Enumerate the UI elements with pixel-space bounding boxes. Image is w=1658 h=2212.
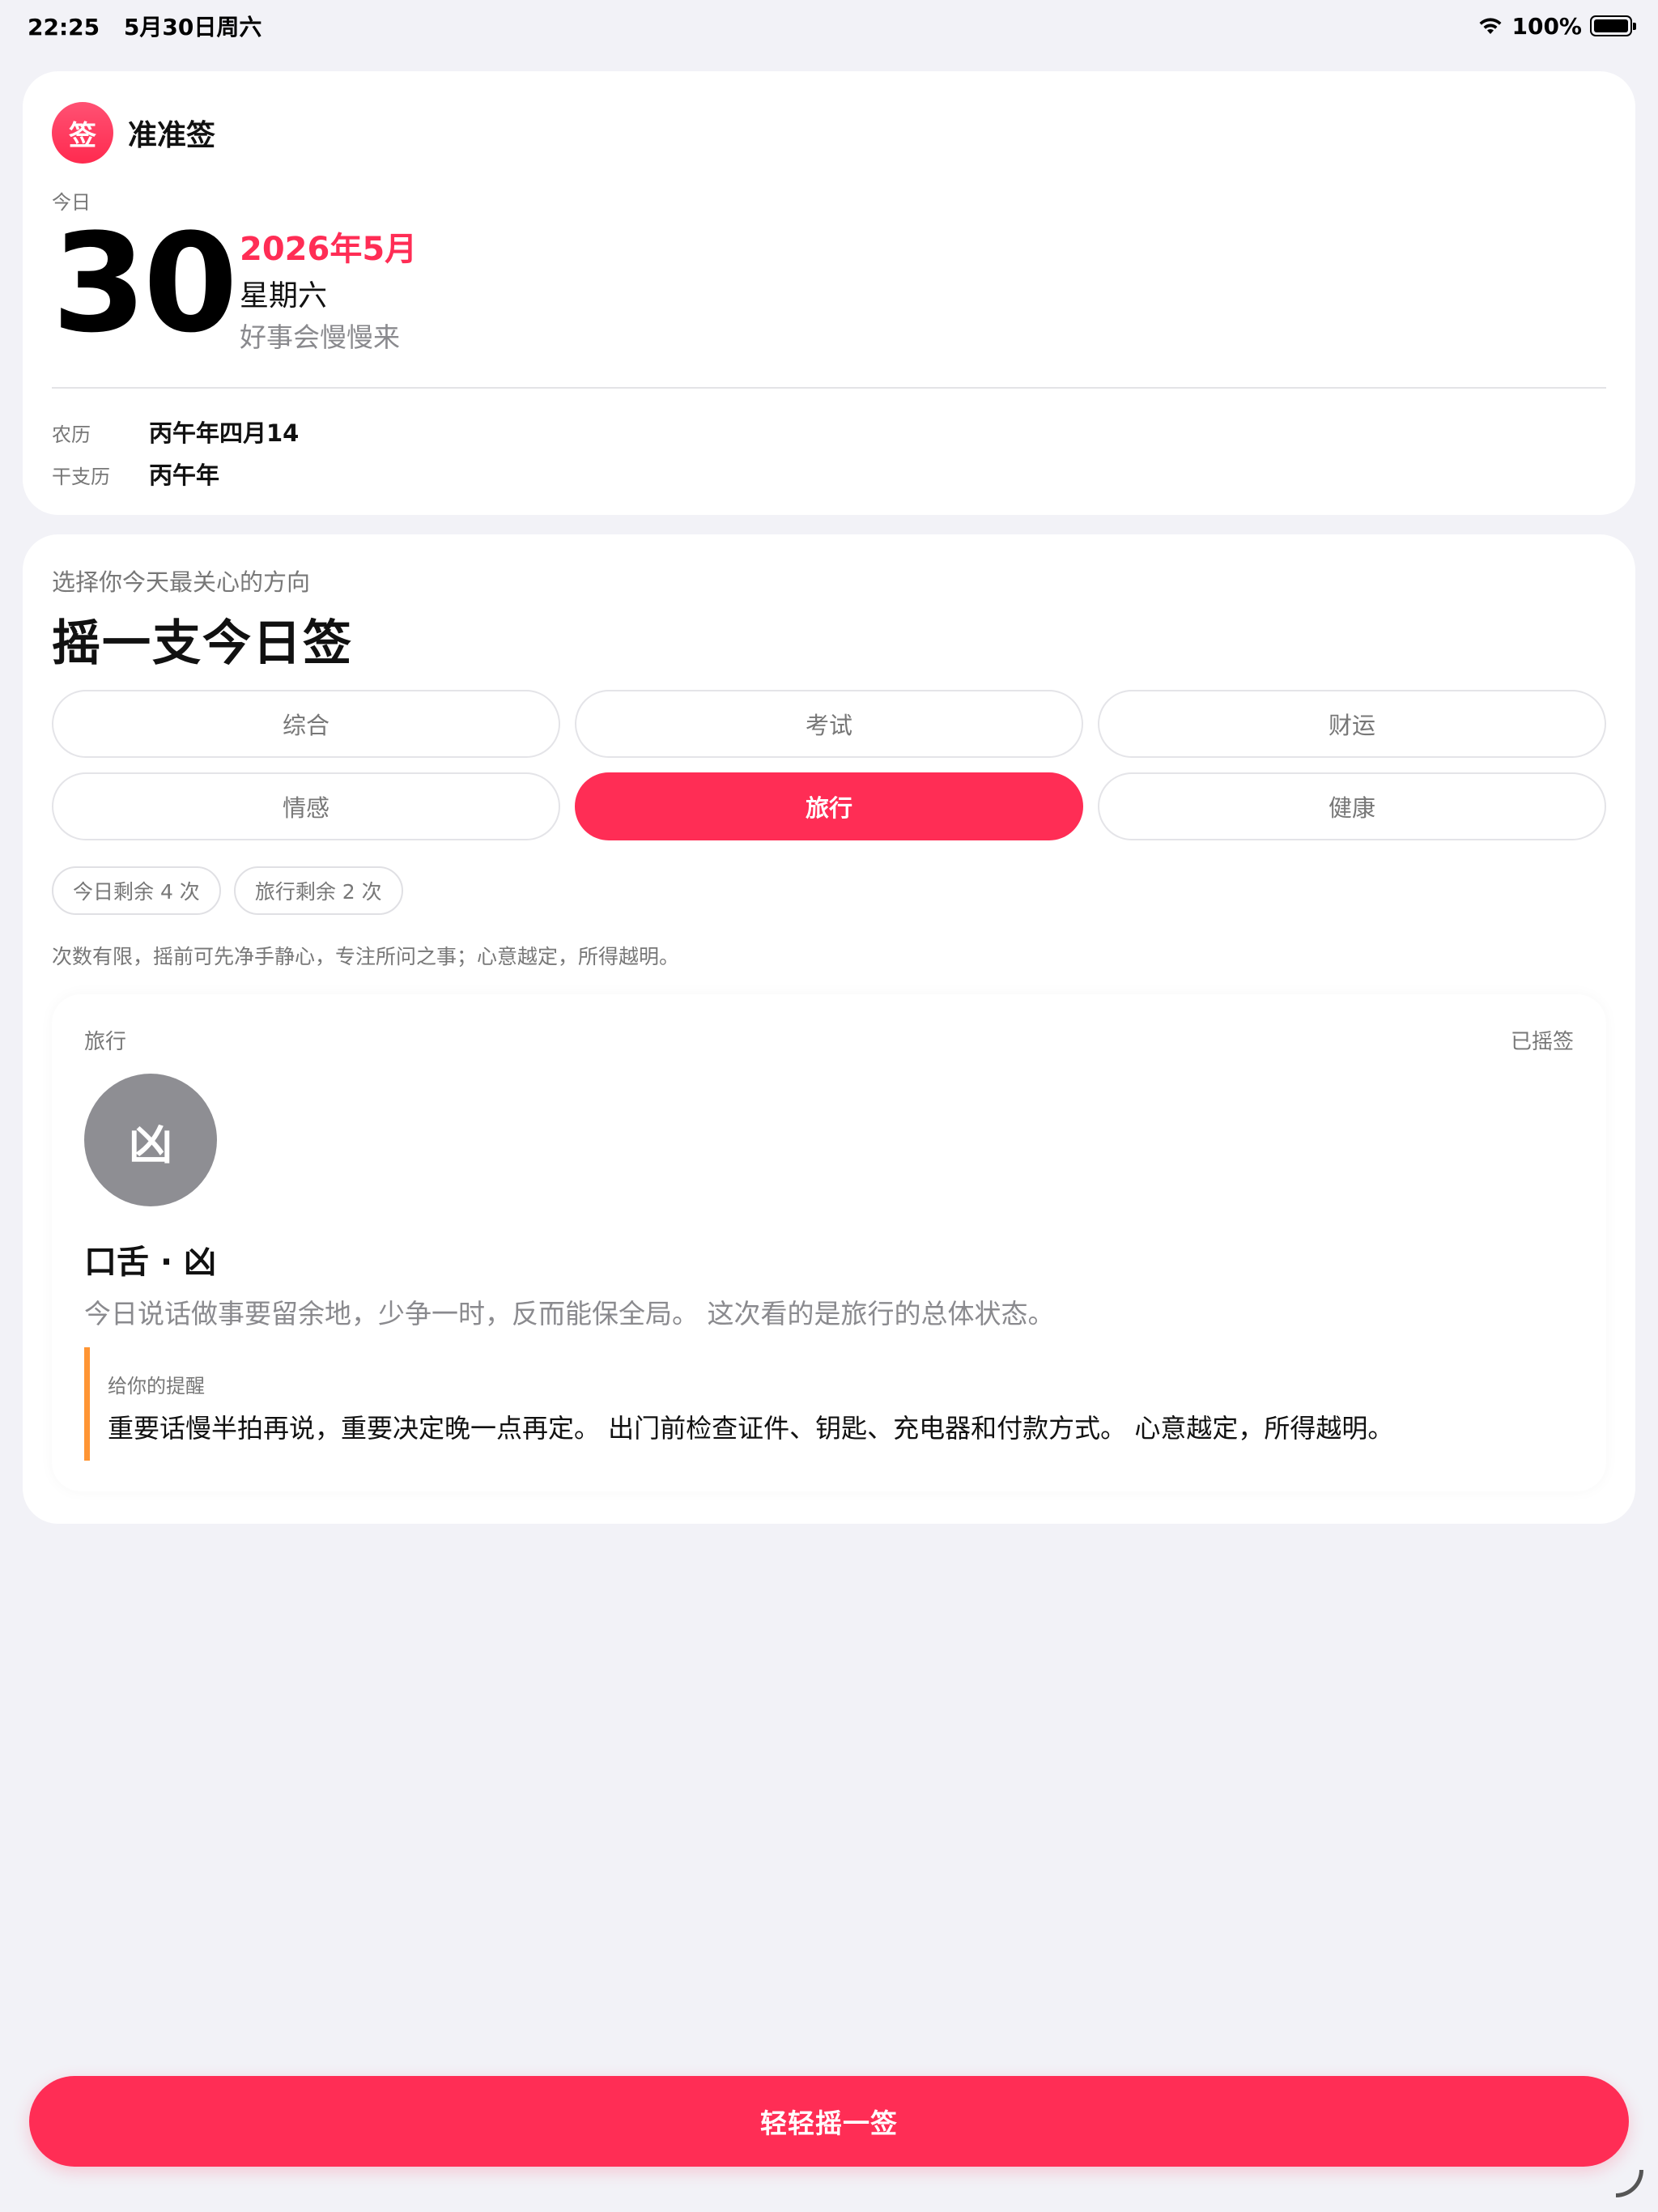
category-button-travel[interactable]: 旅行	[575, 772, 1083, 840]
status-time: 22:25	[28, 14, 100, 40]
fortune-description: 今日说话做事要留余地，少争一时，反而能保全局。 这次看的是旅行的总体状态。	[84, 1298, 1055, 1329]
shake-button[interactable]: 轻轻摇一签	[29, 2076, 1629, 2167]
lunar-value: 丙午年四月14	[149, 419, 300, 447]
battery-icon	[1590, 15, 1636, 36]
app-header: 签 准准签	[52, 102, 215, 164]
category-button-health[interactable]: 健康	[1098, 772, 1606, 840]
category-button-love[interactable]: 情感	[52, 772, 560, 840]
status-date: 5月30日周六	[123, 14, 262, 40]
result-category: 旅行	[84, 1030, 127, 1054]
slogan: 好事会慢慢来	[240, 321, 400, 354]
battery-percent: 100%	[1511, 12, 1582, 40]
date-card: 签 准准签 今日 30 2026年5月 星期六 好事会慢慢来 农历 丙午年四月1…	[23, 71, 1635, 515]
advice-block: 给你的提醒 重要话慢半拍再说，重要决定晚一点再定。 出门前检查证件、钥匙、充电器…	[84, 1347, 1574, 1461]
advice-label: 给你的提醒	[108, 1375, 205, 1397]
fortune-badge: 凶	[84, 1074, 217, 1206]
date-info: 2026年5月 星期六 好事会慢慢来	[240, 230, 417, 354]
status-right: 100%	[1477, 12, 1636, 40]
ganzhi-label: 干支历	[52, 466, 110, 488]
category-button-wealth[interactable]: 财运	[1098, 690, 1606, 758]
ganzhi-value: 丙午年	[149, 462, 220, 489]
lunar-label: 农历	[52, 423, 91, 446]
remaining-chips: 今日剩余 4 次 旅行剩余 2 次	[52, 866, 403, 915]
status-left: 22:25 5月30日周六	[28, 10, 278, 42]
app-logo: 签	[52, 102, 113, 164]
year-month: 2026年5月	[240, 231, 418, 268]
weekday: 星期六	[240, 279, 328, 313]
draw-card: 选择你今天最关心的方向 摇一支今日签 综合 考试 财运 情感 旅行 健康 今日剩…	[23, 534, 1635, 1524]
advice-text: 重要话慢半拍再说，重要决定晚一点再定。 出门前检查证件、钥匙、充电器和付款方式。…	[108, 1413, 1394, 1444]
ganzhi-row: 干支历 丙午年	[52, 457, 219, 491]
result-panel: 旅行 已摇签 凶 口舌 · 凶 今日说话做事要留余地，少争一时，反而能保全局。 …	[52, 994, 1606, 1491]
category-button-exam[interactable]: 考试	[575, 690, 1083, 758]
day-number: 30	[52, 204, 238, 363]
remaining-category-badge: 旅行剩余 2 次	[233, 866, 403, 915]
category-grid: 综合 考试 财运 情感 旅行 健康	[52, 690, 1606, 840]
divider	[52, 387, 1606, 389]
draw-hint: 次数有限，摇前可先净手静心，专注所问之事；心意越定，所得越明。	[52, 945, 680, 968]
wifi-icon	[1479, 18, 1502, 34]
result-status: 已摇签	[1510, 1030, 1574, 1054]
lunar-row: 农历 丙午年四月14	[52, 415, 299, 449]
draw-title: 摇一支今日签	[52, 615, 353, 672]
remaining-today-badge: 今日剩余 4 次	[52, 866, 221, 915]
battery-level	[1594, 19, 1628, 32]
category-button-general[interactable]: 综合	[52, 690, 560, 758]
app-name: 准准签	[128, 119, 216, 152]
status-bar: 22:25 5月30日周六 100%	[0, 0, 1658, 52]
fortune-title: 口舌 · 凶	[84, 1244, 217, 1281]
draw-subtitle: 选择你今天最关心的方向	[52, 568, 311, 596]
